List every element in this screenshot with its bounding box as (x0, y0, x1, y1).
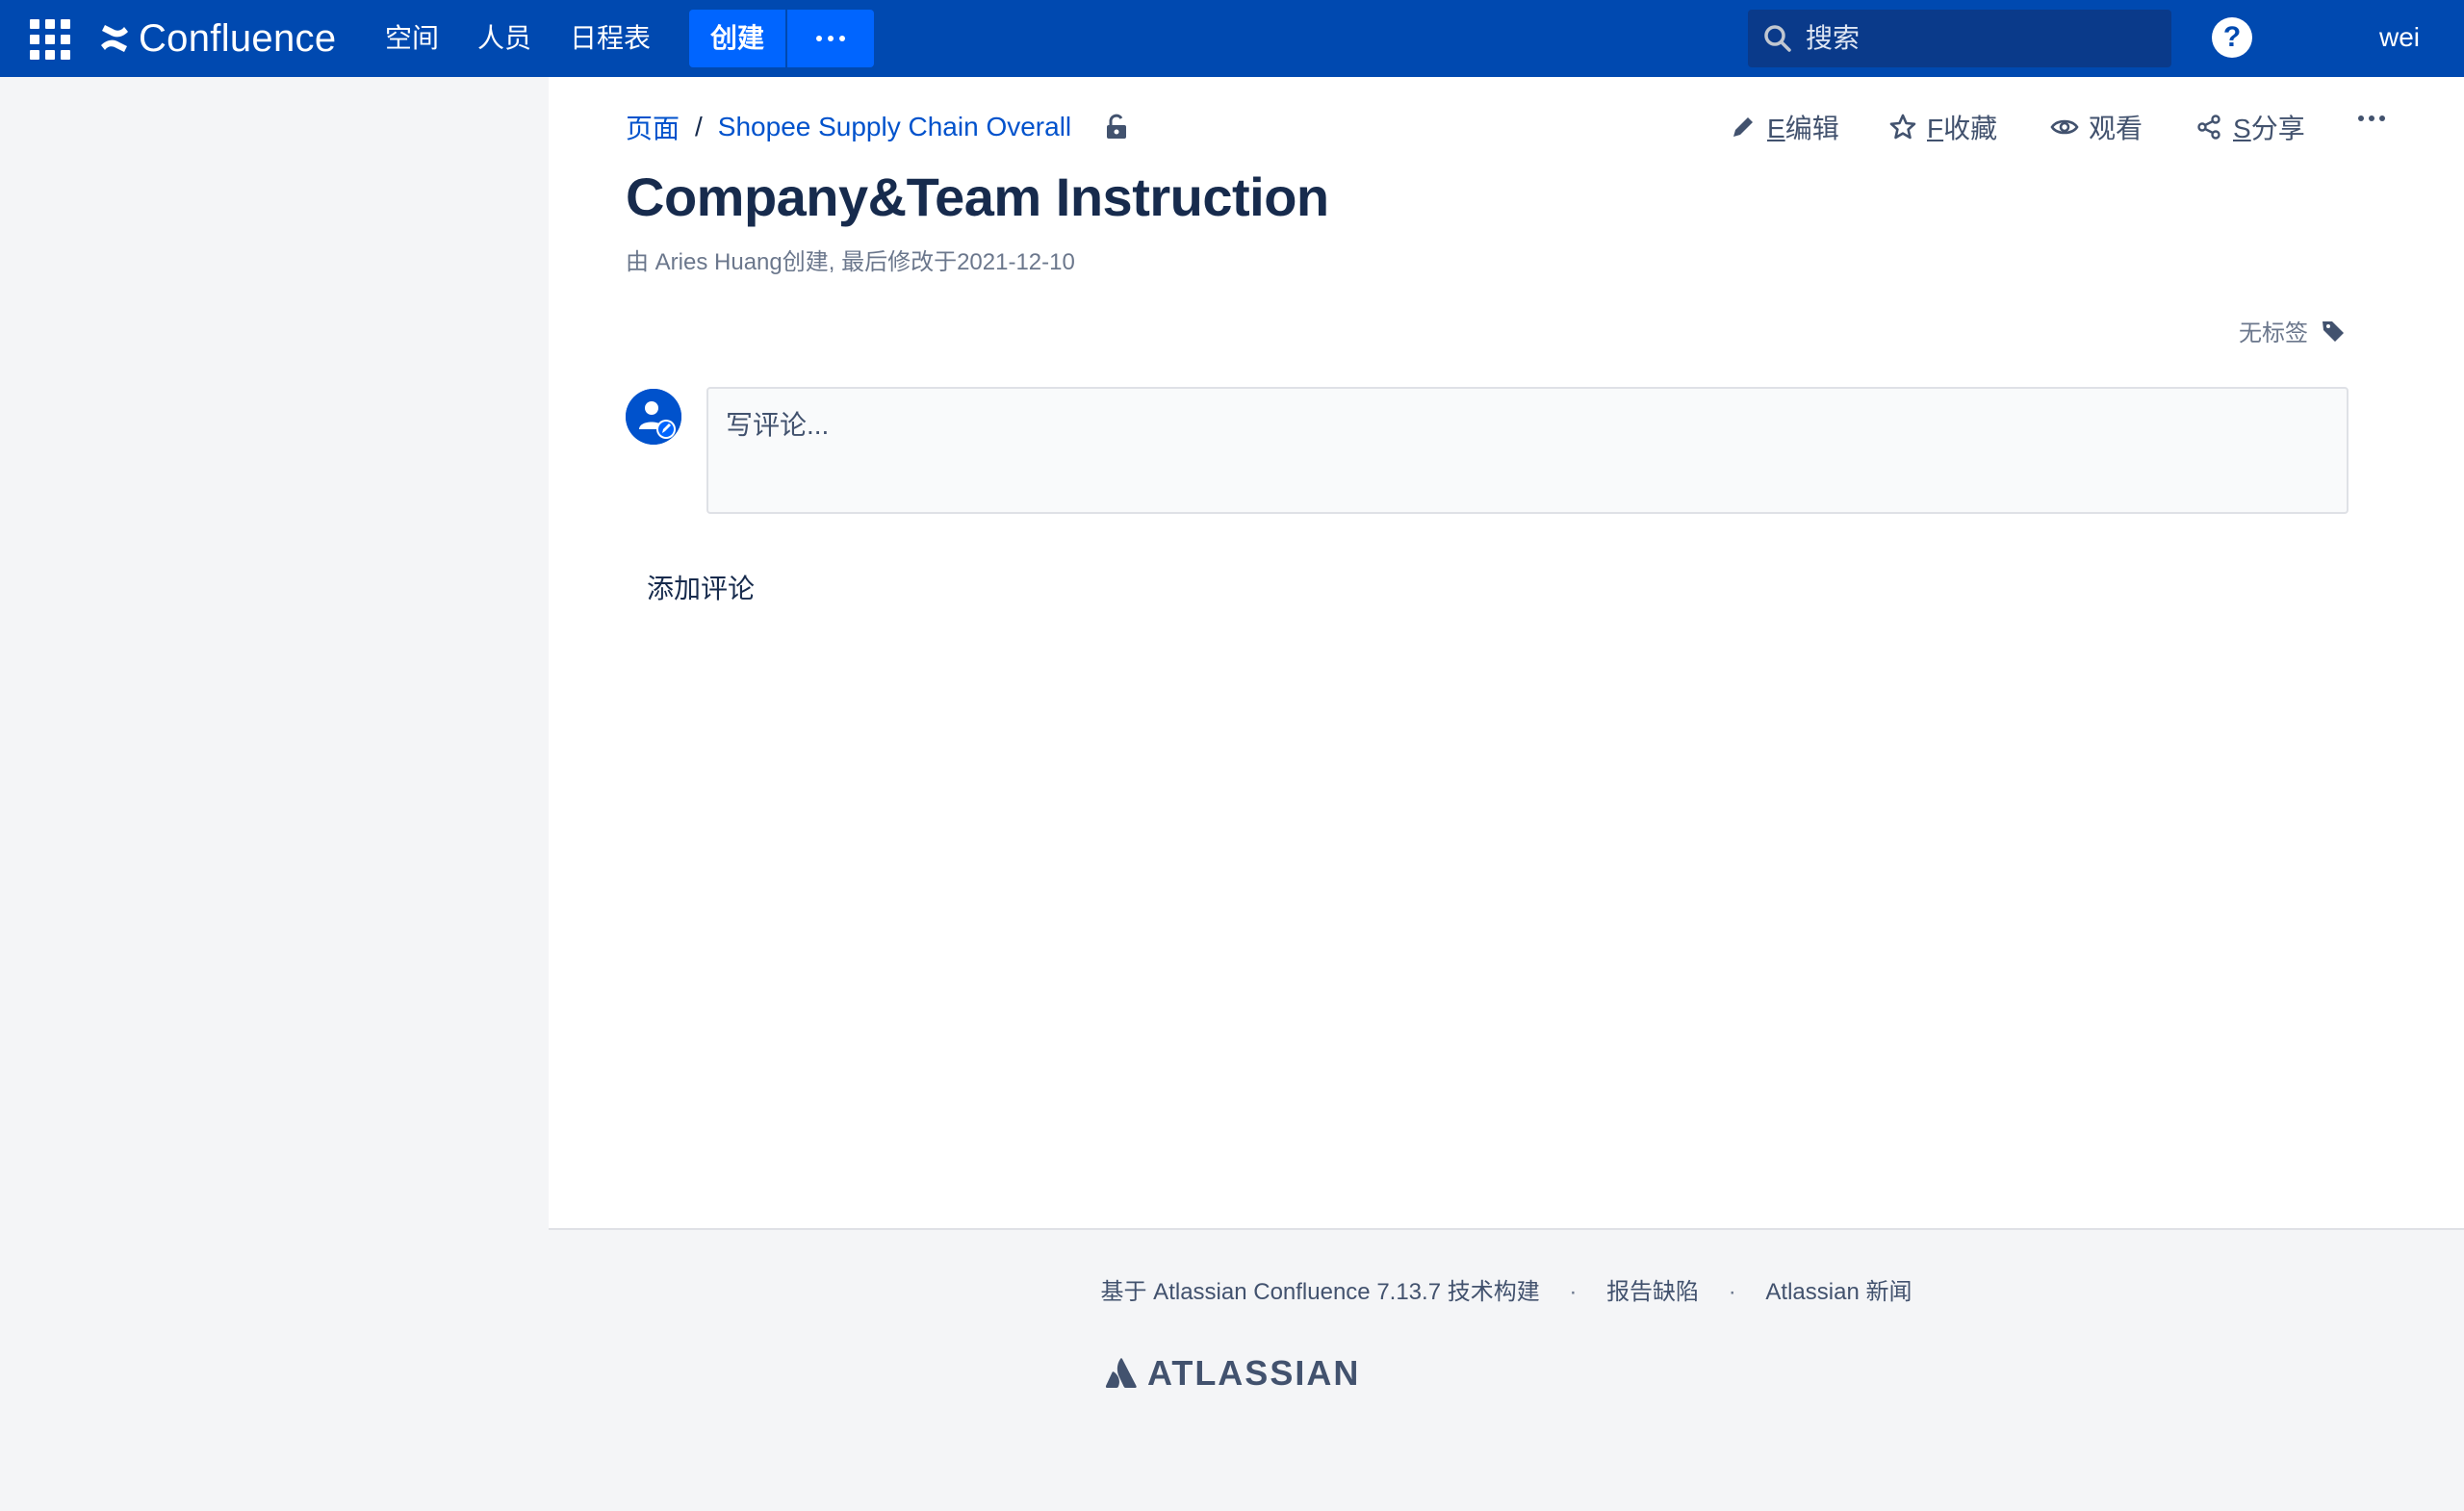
help-icon[interactable]: ? (2212, 17, 2252, 58)
breadcrumb: 页面 / Shopee Supply Chain Overall (626, 106, 1131, 148)
edit-label: 编辑 (1784, 114, 1839, 143)
breadcrumb-separator: / (695, 112, 703, 141)
eye-icon (2050, 119, 2079, 135)
confluence-logo-icon (101, 25, 128, 52)
page-content: 页面 / Shopee Supply Chain Overall E编辑 F收藏… (549, 77, 2464, 1230)
app-switcher-icon[interactable] (25, 15, 75, 64)
watch-button[interactable]: 观看 (2050, 106, 2143, 148)
watch-label: 观看 (2089, 114, 2143, 143)
favourite-shortcut-key: F (1927, 114, 1944, 143)
tag-icon (2323, 320, 2344, 342)
search-input[interactable] (1806, 23, 2152, 54)
create-button[interactable]: 创建 (689, 10, 785, 67)
atlassian-logo-text: ATLASSIAN (1147, 1353, 1361, 1393)
edit-button[interactable]: E编辑 (1729, 106, 1839, 148)
footer-built-with[interactable]: 基于 Atlassian Confluence 7.13.7 技术构建 (1101, 1279, 1540, 1305)
search-icon (1764, 25, 1791, 52)
nav-link-people[interactable]: 人员 (477, 17, 531, 60)
user-avatar[interactable] (626, 389, 681, 445)
search-box[interactable] (1748, 10, 2171, 67)
breadcrumb-parent-page[interactable]: Shopee Supply Chain Overall (718, 112, 1071, 142)
footer-news[interactable]: Atlassian 新闻 (1765, 1279, 1912, 1305)
footer-links: 基于 Atlassian Confluence 7.13.7 技术构建 · 报告… (549, 1272, 2464, 1306)
share-icon (2197, 115, 2220, 140)
unlock-icon[interactable] (1102, 113, 1131, 141)
comment-input[interactable]: 写评论... (706, 387, 2348, 514)
add-comment-link[interactable]: 添加评论 (647, 568, 755, 606)
favourite-label: 收藏 (1943, 114, 1998, 143)
create-more-button[interactable] (787, 10, 874, 67)
user-menu[interactable]: wei (2379, 17, 2464, 58)
page-labels[interactable]: 无标签 (2239, 314, 2347, 347)
favourite-button[interactable]: F收藏 (1888, 106, 1997, 148)
top-navigation-bar: Confluence 空间 人员 日程表 创建 ? wei (0, 0, 2464, 77)
atlassian-logo-icon (1105, 1358, 1137, 1388)
no-labels-text: 无标签 (2239, 320, 2308, 346)
logo-text: Confluence (139, 16, 337, 60)
pencil-icon (1733, 117, 1753, 137)
nav-link-spaces[interactable]: 空间 (385, 17, 439, 60)
star-icon (1889, 114, 1916, 140)
page-byline: 由 Aries Huang创建, 最后修改于2021-12-10 (626, 249, 1075, 275)
footer-separator: · (1728, 1279, 1736, 1305)
nav-link-calendars[interactable]: 日程表 (570, 17, 651, 60)
footer-report-bug[interactable]: 报告缺陷 (1606, 1279, 1699, 1305)
share-button[interactable]: S分享 (2194, 106, 2305, 148)
confluence-logo[interactable]: Confluence (98, 13, 336, 64)
more-actions-icon[interactable] (2358, 115, 2385, 121)
share-shortcut-key: S (2233, 114, 2251, 143)
share-label: 分享 (2250, 114, 2305, 143)
left-sidebar (0, 77, 549, 1511)
atlassian-logo[interactable]: ATLASSIAN (1105, 1353, 1360, 1394)
breadcrumb-pages[interactable]: 页面 (626, 108, 680, 146)
user-avatar-icon (626, 389, 681, 445)
page-title: Company&Team Instruction (626, 166, 1329, 227)
footer-separator: · (1569, 1279, 1578, 1305)
edit-shortcut-key: E (1767, 114, 1785, 143)
